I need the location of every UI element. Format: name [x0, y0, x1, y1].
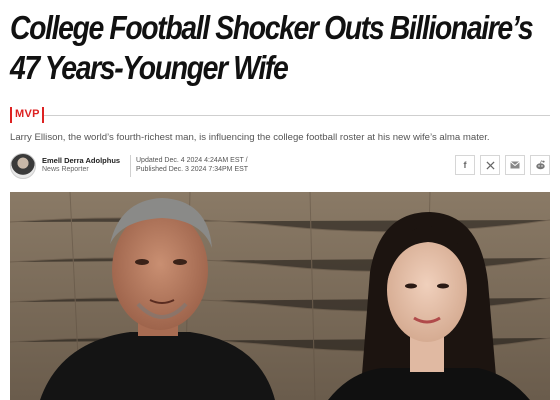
share-x-button[interactable] [480, 155, 500, 175]
email-icon [510, 161, 520, 169]
published-date: Published Dec. 3 2024 7:34PM EST [136, 166, 249, 173]
section-label-row: MVP [10, 107, 550, 123]
share-email-button[interactable] [505, 155, 525, 175]
article-dates: Updated Dec. 4 2024 4:24AM EST / Publish… [136, 156, 248, 174]
author-name-link[interactable]: Emell Derra Adolphus [42, 156, 120, 165]
article-lead-photo[interactable] [10, 192, 550, 400]
share-reddit-button[interactable] [530, 155, 550, 175]
x-icon [485, 160, 495, 170]
facebook-icon: f [463, 160, 467, 170]
share-facebook-button[interactable]: f [455, 155, 475, 175]
author-role: News Reporter [42, 166, 89, 173]
article-dek: Larry Ellison, the world’s fourth-riches… [10, 132, 490, 143]
reddit-icon [535, 160, 546, 170]
section-divider [44, 115, 550, 116]
share-bar: f [455, 155, 550, 175]
lead-photo-image [10, 192, 550, 400]
byline: Emell Derra Adolphus News Reporter Updat… [10, 153, 550, 183]
updated-date: Updated Dec. 4 2024 4:24AM EST / [136, 157, 248, 164]
article-headline: College Football Shocker Outs Billionair… [10, 9, 534, 86]
byline-divider [130, 155, 131, 177]
author-avatar[interactable] [10, 153, 36, 179]
section-accent-bar [10, 107, 12, 123]
author-block: Emell Derra Adolphus News Reporter [42, 156, 120, 173]
section-tag-link[interactable]: MVP [15, 108, 40, 120]
